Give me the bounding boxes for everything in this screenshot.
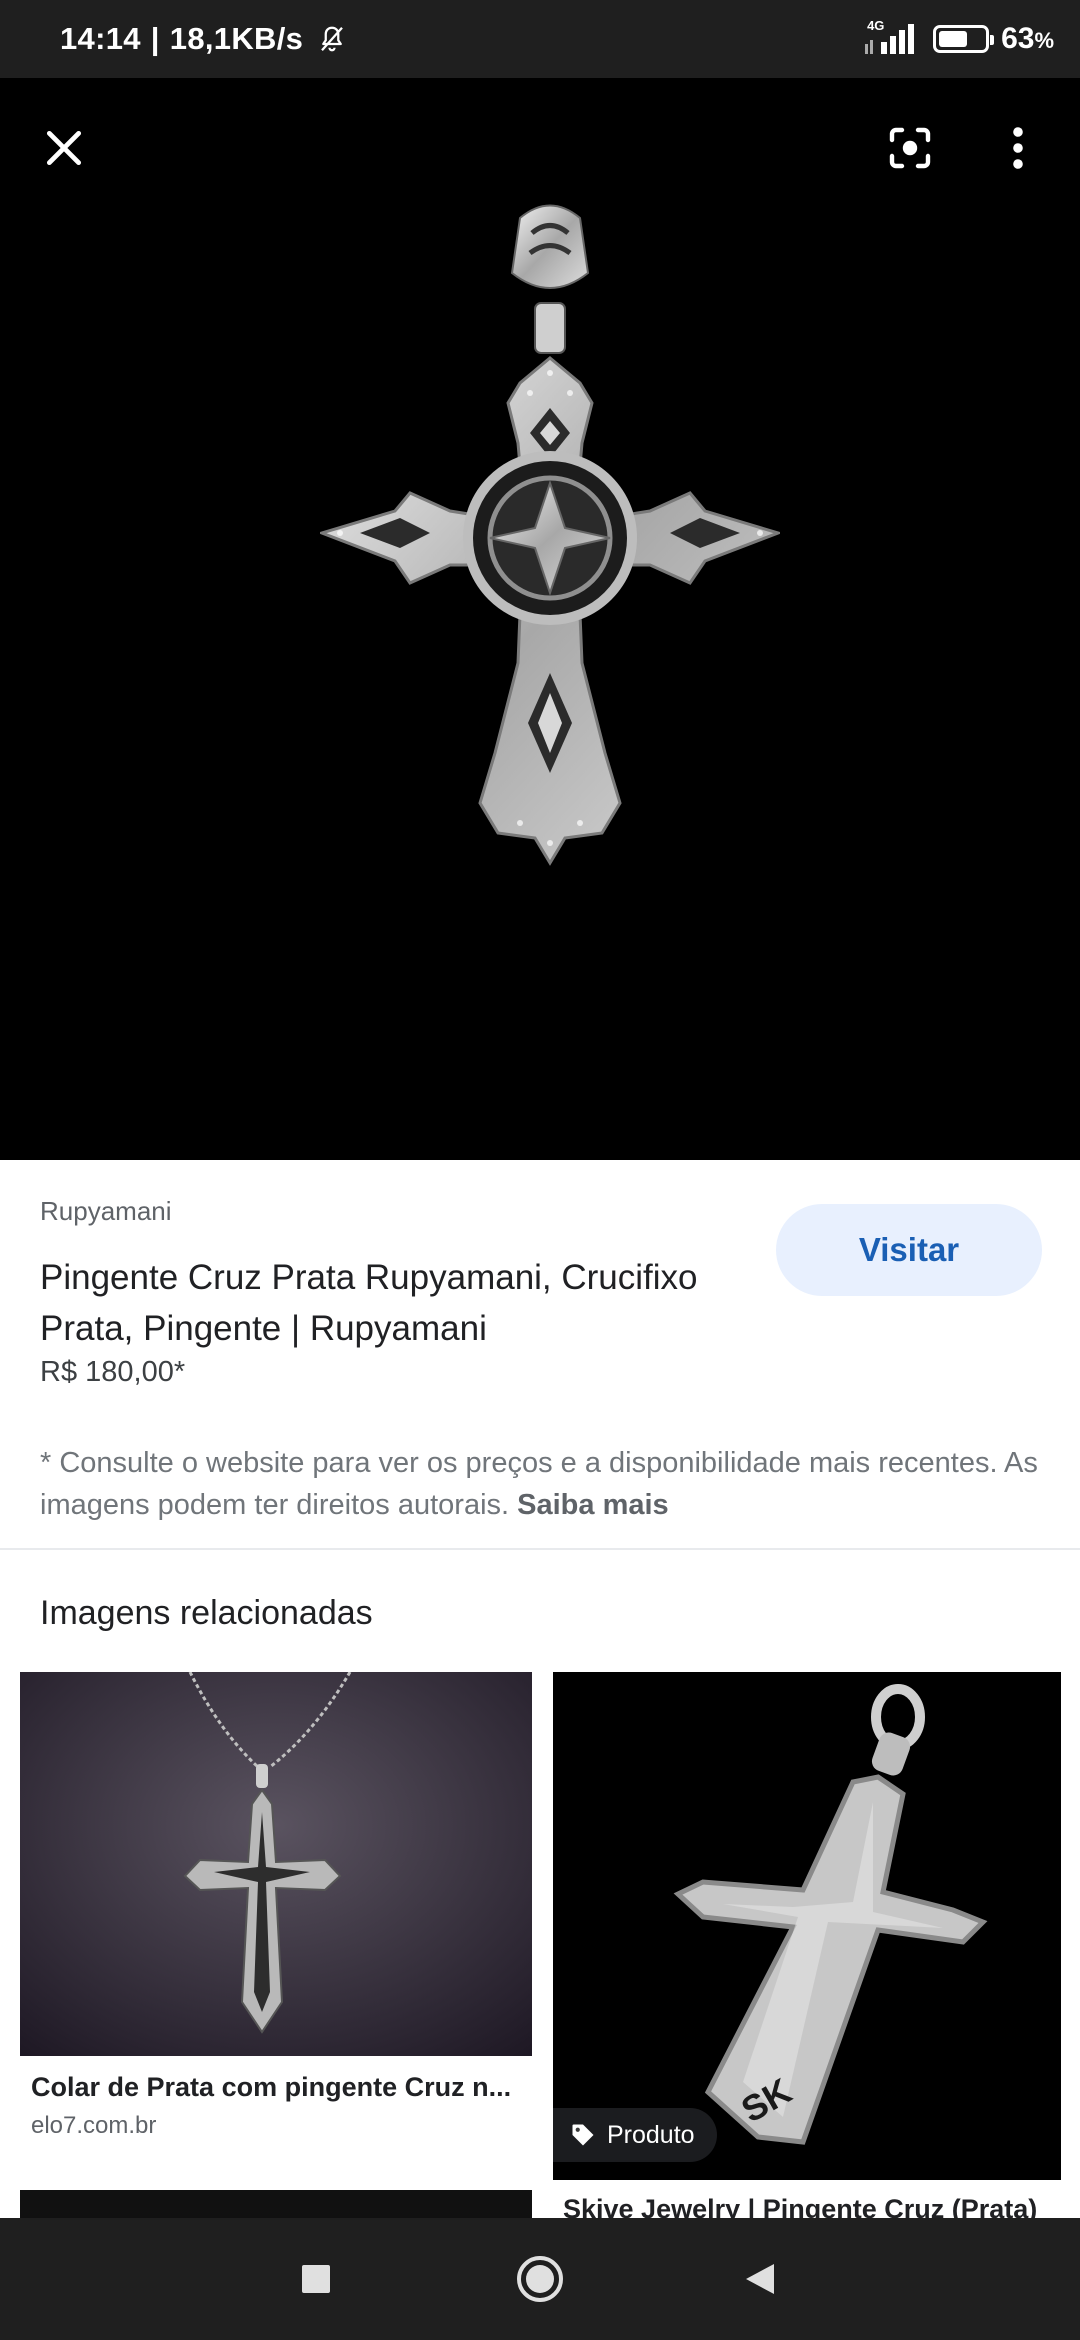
home-button[interactable] <box>480 2218 600 2340</box>
related-image-domain: elo7.com.br <box>31 2112 157 2139</box>
more-vert-icon <box>1013 127 1023 169</box>
product-tag: Produto <box>553 2108 717 2162</box>
image-viewer <box>0 78 1080 1160</box>
status-separator: | <box>150 21 160 56</box>
product-title[interactable]: Pingente Cruz Prata Rupyamani, Crucifixo… <box>40 1252 740 1354</box>
lens-search-button[interactable] <box>870 108 950 188</box>
cross-necklace-image <box>20 1672 532 2056</box>
product-price: R$ 180,00* <box>40 1356 186 1388</box>
battery-icon <box>933 25 995 53</box>
home-circle-icon <box>517 2256 563 2302</box>
network-type: 4G <box>867 18 885 33</box>
recents-button[interactable] <box>256 2218 376 2340</box>
notifications-off-icon <box>321 26 343 52</box>
signal-icon: 4G <box>863 18 921 56</box>
skive-cross-pendant-image: SK <box>553 1672 1061 2180</box>
silver-cross-pendant-image <box>320 204 780 866</box>
battery-percent: 63% <box>1001 22 1054 55</box>
close-button[interactable] <box>24 108 104 188</box>
status-right: 4G 63% <box>863 0 1054 78</box>
related-images-heading: Imagens relacionadas <box>40 1594 373 1632</box>
system-navigation-bar <box>0 2218 1080 2340</box>
related-image-thumbnail[interactable]: SK Produto <box>553 1672 1061 2180</box>
section-divider <box>0 1548 1080 1550</box>
battery-level <box>939 31 968 47</box>
recents-square-icon <box>302 2265 330 2293</box>
product-tag-label: Produto <box>607 2120 695 2149</box>
lens-search-icon <box>889 127 931 169</box>
source-name[interactable]: Rupyamani <box>40 1196 172 1227</box>
related-image-title[interactable]: Colar de Prata com pingente Cruz n... <box>31 2072 531 2103</box>
related-image-thumbnail[interactable] <box>20 1672 532 2056</box>
close-icon <box>46 130 82 166</box>
learn-more-link[interactable]: Saiba mais <box>517 1489 669 1521</box>
tag-icon <box>572 2124 594 2146</box>
more-options-button[interactable] <box>978 108 1058 188</box>
back-triangle-icon <box>746 2264 774 2294</box>
back-button[interactable] <box>700 2218 820 2340</box>
visit-button[interactable]: Visitar <box>776 1204 1042 1296</box>
status-time: 14:14 <box>60 21 141 56</box>
status-left: 14:14 | 18,1KB/s <box>60 0 347 78</box>
disclaimer-text: * Consulte o website para ver os preços … <box>40 1442 1050 1526</box>
status-net-speed: 18,1KB/s <box>169 21 304 56</box>
status-bar: 14:14 | 18,1KB/s 4G 63% <box>0 0 1080 78</box>
